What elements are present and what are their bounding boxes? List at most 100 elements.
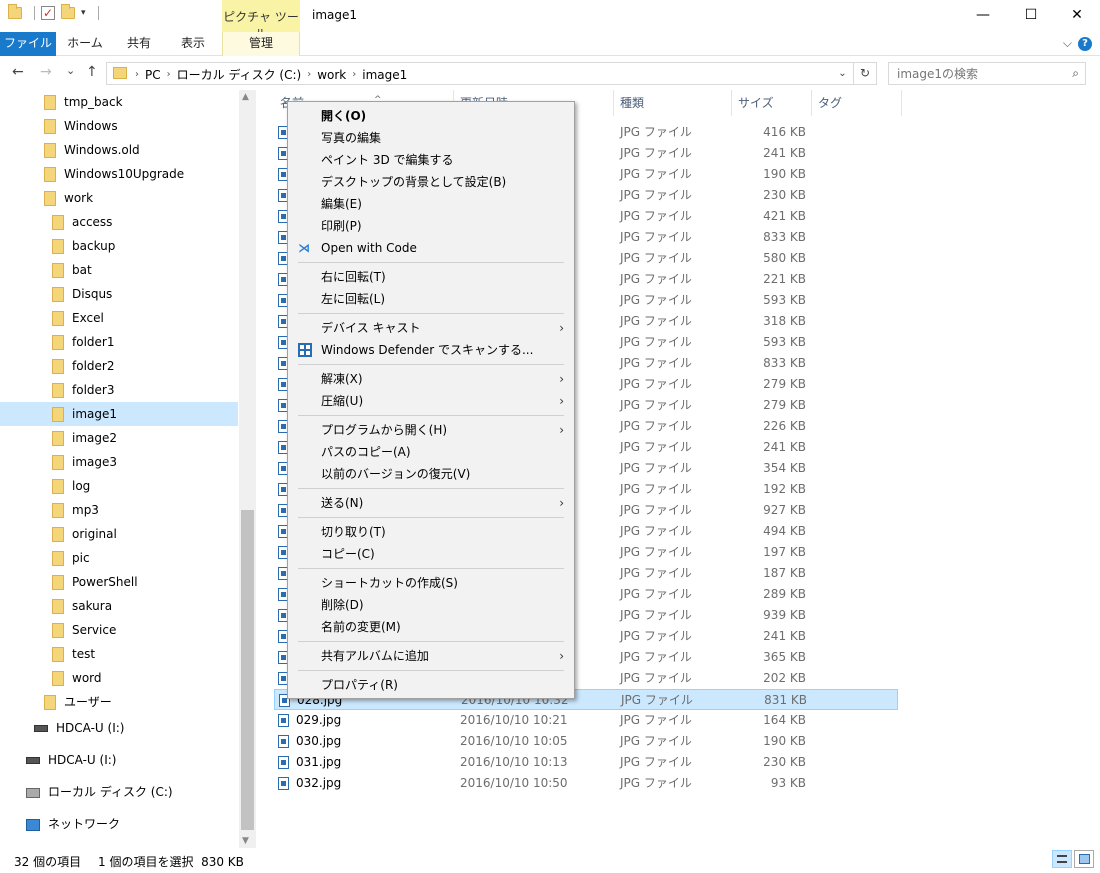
file-row[interactable]: 029.jpg 2016/10/10 10:21 JPG ファイル 164 KB: [274, 710, 898, 731]
tab-file[interactable]: ファイル: [0, 32, 56, 56]
tree-item-hdca-u-i-[interactable]: HDCA-U (I:): [0, 748, 116, 772]
help-icon[interactable]: ?: [1078, 37, 1092, 51]
menu-item[interactable]: 左に回転(L): [288, 288, 574, 310]
customize-qat-icon[interactable]: ▾: [81, 8, 86, 18]
tree-item-tmp-back[interactable]: tmp_back: [0, 90, 123, 114]
menu-item[interactable]: ショートカットの作成(S): [288, 572, 574, 594]
menu-item[interactable]: 圧縮(U) ›: [288, 390, 574, 412]
folder-icon: [52, 575, 64, 590]
file-type: JPG ファイル: [620, 566, 692, 580]
up-button[interactable]: ↑: [86, 64, 98, 80]
close-button[interactable]: ✕: [1054, 0, 1100, 32]
menu-item[interactable]: 開く(O): [288, 105, 574, 127]
column-header-type[interactable]: 種類: [614, 90, 732, 116]
tree-item-image3[interactable]: image3: [0, 450, 117, 474]
minimize-button[interactable]: —: [960, 0, 1006, 32]
back-button[interactable]: ←: [12, 64, 24, 80]
file-row[interactable]: 031.jpg 2016/10/10 10:13 JPG ファイル 230 KB: [274, 752, 898, 773]
tree-item-folder3[interactable]: folder3: [0, 378, 114, 402]
file-size: 221 KB: [763, 272, 806, 286]
menu-item[interactable]: 切り取り(T): [288, 521, 574, 543]
menu-item[interactable]: 写真の編集: [288, 127, 574, 149]
tree-item-windows[interactable]: Windows: [0, 114, 118, 138]
menu-item[interactable]: 解凍(X) ›: [288, 368, 574, 390]
address-bar[interactable]: › PC › ローカル ディスク (C:) › work › image1: [106, 62, 854, 85]
search-icon[interactable]: ⌕: [1072, 66, 1079, 81]
tree-item-label: Excel: [72, 311, 104, 325]
tab-manage[interactable]: 管理: [222, 32, 300, 56]
menu-item[interactable]: 送る(N) ›: [288, 492, 574, 514]
tree-item-access[interactable]: access: [0, 210, 112, 234]
tree-item-work[interactable]: work: [0, 186, 93, 210]
forward-button[interactable]: →: [40, 64, 52, 80]
tree-item-image2[interactable]: image2: [0, 426, 117, 450]
tree-item-excel[interactable]: Excel: [0, 306, 104, 330]
menu-item[interactable]: 以前のバージョンの復元(V): [288, 463, 574, 485]
tree-item-backup[interactable]: backup: [0, 234, 115, 258]
tab-home[interactable]: ホーム: [60, 32, 110, 56]
menu-item[interactable]: 削除(D): [288, 594, 574, 616]
menu-item[interactable]: 共有アルバムに追加 ›: [288, 645, 574, 667]
menu-item[interactable]: デバイス キャスト ›: [288, 317, 574, 339]
menu-item[interactable]: Windows Defender でスキャンする...: [288, 339, 574, 361]
breadcrumb-image1[interactable]: image1: [362, 68, 407, 82]
tree-item-word[interactable]: word: [0, 666, 102, 690]
menu-item[interactable]: 右に回転(T): [288, 266, 574, 288]
tree-item-disqus[interactable]: Disqus: [0, 282, 112, 306]
nav-scrollbar[interactable]: ▲ ▼: [239, 90, 256, 848]
menu-item[interactable]: ⋊ Open with Code: [288, 237, 574, 259]
new-folder-icon[interactable]: [61, 4, 75, 19]
column-header-tag[interactable]: タグ: [812, 90, 902, 116]
breadcrumb-pc[interactable]: PC: [145, 68, 161, 82]
scroll-up-icon[interactable]: ▲: [242, 92, 249, 102]
search-input[interactable]: [889, 63, 1059, 84]
tree-item-folder2[interactable]: folder2: [0, 354, 114, 378]
menu-item[interactable]: 名前の変更(M): [288, 616, 574, 638]
tab-share[interactable]: 共有: [114, 32, 164, 56]
address-dropdown-icon[interactable]: ⌄: [832, 62, 854, 85]
tree-item-image1[interactable]: image1: [0, 402, 238, 426]
tree-item-folder1[interactable]: folder1: [0, 330, 114, 354]
menu-item[interactable]: コピー(C): [288, 543, 574, 565]
tree-item-windows-old[interactable]: Windows.old: [0, 138, 140, 162]
scroll-down-icon[interactable]: ▼: [242, 836, 249, 846]
file-row[interactable]: 032.jpg 2016/10/10 10:50 JPG ファイル 93 KB: [274, 773, 898, 794]
tree-item-original[interactable]: original: [0, 522, 117, 546]
menu-item[interactable]: プロパティ(R): [288, 674, 574, 696]
breadcrumb-work[interactable]: work: [317, 68, 346, 82]
breadcrumb-c-drive[interactable]: ローカル ディスク (C:): [177, 66, 302, 83]
tree-item-sakura[interactable]: sakura: [0, 594, 112, 618]
tree-item-test[interactable]: test: [0, 642, 95, 666]
menu-item[interactable]: ペイント 3D で編集する: [288, 149, 574, 171]
expand-ribbon-icon[interactable]: ⌵: [1063, 36, 1072, 51]
tree-item-service[interactable]: Service: [0, 618, 116, 642]
recent-locations-icon[interactable]: ⌄: [66, 64, 75, 77]
search-box[interactable]: ⌕: [888, 62, 1086, 85]
column-header-size[interactable]: サイズ: [732, 90, 812, 116]
tree-item-label: PowerShell: [72, 575, 138, 589]
tree-item-bat[interactable]: bat: [0, 258, 92, 282]
tree-item-mp3[interactable]: mp3: [0, 498, 99, 522]
file-size: 230 KB: [763, 755, 806, 769]
menu-item[interactable]: パスのコピー(A): [288, 441, 574, 463]
tree-item-log[interactable]: log: [0, 474, 90, 498]
menu-item[interactable]: 印刷(P): [288, 215, 574, 237]
refresh-button[interactable]: ↻: [853, 62, 877, 85]
tree-item-hdca-u-i-[interactable]: HDCA-U (I:): [0, 716, 124, 740]
tab-view[interactable]: 表示: [168, 32, 218, 56]
tree-item--[interactable]: ネットワーク: [0, 812, 120, 836]
menu-item[interactable]: プログラムから開く(H) ›: [288, 419, 574, 441]
scrollbar-thumb[interactable]: [241, 510, 254, 830]
tree-item-windows10upgrade[interactable]: Windows10Upgrade: [0, 162, 184, 186]
file-row[interactable]: 030.jpg 2016/10/10 10:05 JPG ファイル 190 KB: [274, 731, 898, 752]
menu-item[interactable]: デスクトップの背景として設定(B): [288, 171, 574, 193]
details-view-button[interactable]: [1052, 850, 1072, 868]
maximize-button[interactable]: ☐: [1008, 0, 1054, 32]
properties-icon[interactable]: ✓: [41, 6, 55, 20]
menu-item[interactable]: 編集(E): [288, 193, 574, 215]
tree-item--[interactable]: ユーザー: [0, 690, 112, 714]
large-icons-view-button[interactable]: [1074, 850, 1094, 868]
tree-item--c-[interactable]: ローカル ディスク (C:): [0, 780, 173, 804]
tree-item-powershell[interactable]: PowerShell: [0, 570, 138, 594]
tree-item-pic[interactable]: pic: [0, 546, 90, 570]
